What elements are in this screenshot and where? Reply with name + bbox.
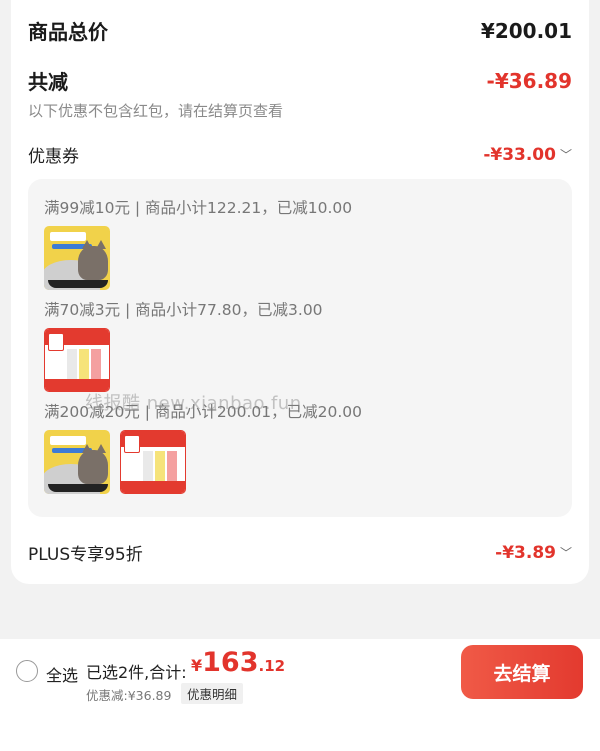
coupon-group-title: 满200减20元 | 商品小计200.01，已减20.00: [44, 403, 362, 421]
discount-note: 以下优惠不包含红包，请在结算页查看: [28, 102, 284, 120]
coupon-group-title: 满70减3元 | 商品小计77.80，已减3.00: [44, 301, 323, 319]
discount-detail-button[interactable]: 优惠明细: [181, 683, 244, 704]
coupon-row[interactable]: 优惠券 -¥33.00 ﹀: [28, 142, 572, 168]
plus-discount-label: PLUS专享95折: [28, 545, 143, 565]
checkout-button[interactable]: 去结算: [461, 645, 583, 699]
plus-discount-value: -¥3.89: [495, 542, 556, 563]
total-price-label: 商品总价: [28, 20, 108, 44]
total-price-value: ¥200.01: [480, 18, 572, 43]
product-thumbnail-cat-treat[interactable]: [44, 328, 110, 392]
plus-discount-row[interactable]: PLUS专享95折 -¥3.89 ﹀: [28, 540, 572, 566]
selected-count-text: 已选2件,合计:: [86, 663, 187, 682]
coupon-amount: -¥33.00 ﹀: [483, 145, 572, 165]
total-reduce-row: 共减 -¥36.89: [28, 66, 572, 95]
select-all-label[interactable]: 全选: [46, 662, 78, 686]
chevron-down-icon: ﹀: [559, 546, 572, 560]
product-thumbnail-cat-litter[interactable]: [44, 226, 110, 290]
select-all-radio[interactable]: [16, 660, 38, 682]
product-thumbnail-cat-treat[interactable]: [120, 430, 186, 494]
coupon-group-title: 满99减10元 | 商品小计122.21，已减10.00: [44, 199, 353, 217]
bottom-spacer: [0, 705, 600, 751]
coupon-label: 优惠券: [28, 147, 79, 167]
coupon-value: -¥33.00: [483, 144, 556, 165]
chevron-down-icon: ﹀: [559, 148, 572, 162]
total-currency: ¥: [191, 656, 203, 675]
order-summary-card: 商品总价 ¥200.01 共减 -¥36.89 以下优惠不包含红包，请在结算页查…: [11, 0, 589, 584]
coupon-detail-box: 满99减10元 | 商品小计122.21，已减10.00 满70减3元 | 商品…: [28, 179, 572, 517]
total-reduce-value: -¥36.89: [486, 68, 572, 93]
total-decimal: .12: [258, 657, 286, 675]
total-amount: ¥ 163 .12: [191, 647, 285, 678]
product-thumbnail-cat-litter[interactable]: [44, 430, 110, 494]
plus-amount: -¥3.89 ﹀: [495, 543, 572, 563]
total-price-row: 商品总价 ¥200.01: [28, 16, 572, 45]
total-reduce-label: 共减: [28, 70, 68, 94]
total-integer: 163: [202, 647, 259, 678]
discount-summary: 优惠减:¥36.89: [86, 688, 172, 703]
